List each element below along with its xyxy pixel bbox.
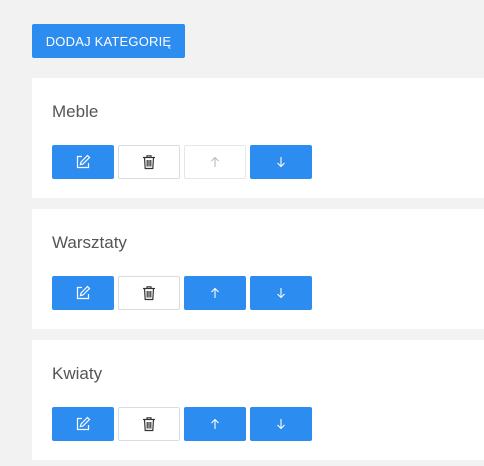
edit-button[interactable] — [52, 407, 114, 441]
edit-icon — [75, 416, 91, 432]
move-down-button[interactable] — [250, 276, 312, 310]
edit-button[interactable] — [52, 145, 114, 179]
delete-button[interactable] — [118, 276, 180, 310]
edit-button[interactable] — [52, 276, 114, 310]
delete-button[interactable] — [118, 407, 180, 441]
move-up-button[interactable] — [184, 407, 246, 441]
move-down-button[interactable] — [250, 145, 312, 179]
trash-icon — [141, 154, 157, 170]
arrow-up-icon — [209, 156, 221, 168]
category-name: Kwiaty — [52, 364, 103, 383]
category-actions — [52, 276, 312, 310]
category-actions — [52, 407, 312, 441]
edit-icon — [75, 285, 91, 301]
arrow-down-icon — [275, 156, 287, 168]
category-card: Meble — [32, 78, 484, 198]
add-category-button[interactable]: DODAJ KATEGORIĘ — [32, 24, 185, 58]
edit-icon — [75, 154, 91, 170]
category-card: Warsztaty — [32, 209, 484, 329]
category-actions — [52, 145, 312, 179]
arrow-down-icon — [275, 287, 287, 299]
category-name: Meble — [52, 102, 99, 121]
move-down-button[interactable] — [250, 407, 312, 441]
arrow-down-icon — [275, 418, 287, 430]
move-up-button[interactable] — [184, 276, 246, 310]
category-name: Warsztaty — [52, 233, 127, 252]
move-up-button[interactable] — [184, 145, 246, 179]
trash-icon — [141, 416, 157, 432]
category-card: Kwiaty — [32, 340, 484, 460]
delete-button[interactable] — [118, 145, 180, 179]
arrow-up-icon — [209, 418, 221, 430]
trash-icon — [141, 285, 157, 301]
arrow-up-icon — [209, 287, 221, 299]
